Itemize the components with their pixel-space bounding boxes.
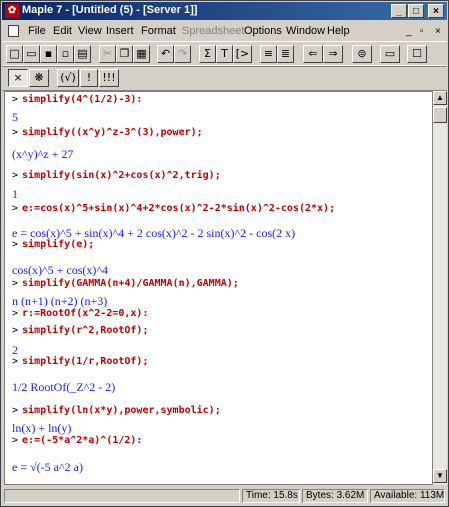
back-icon[interactable]: ⇐ [303, 45, 323, 63]
print-icon[interactable]: ▤ [74, 45, 91, 63]
output-line: 1/2 RootOf(_Z^2 - 2) [12, 380, 116, 394]
context-toolbar: × ❋ (√) ! !!! [2, 65, 447, 91]
menu-file[interactable]: File [28, 25, 46, 37]
redo-icon[interactable]: ↷ [174, 45, 191, 63]
menu-options[interactable]: Options [244, 25, 282, 37]
input-line[interactable]: > simplify(r^2,RootOf); [12, 325, 148, 336]
maximize-button[interactable]: □ [408, 4, 424, 18]
input-line[interactable]: > e:=cos(x)^5+sin(x)^4+2*cos(x)^2-2*sin(x… [12, 203, 335, 214]
vertical-scrollbar[interactable]: ▲ ▼ [433, 91, 447, 485]
stop-execution-icon[interactable]: × [8, 69, 28, 87]
prompt-icon[interactable]: [> [233, 45, 252, 63]
debug-icon[interactable]: ❋ [29, 69, 49, 87]
output-line: cos(x)^5 + cos(x)^4 [12, 263, 109, 277]
status-time: Time: 15.8s [242, 489, 300, 503]
menu-format[interactable]: Format [141, 25, 176, 37]
execute-icon[interactable]: ! [80, 69, 98, 87]
minimize-button[interactable]: _ [391, 4, 407, 18]
scroll-up-icon[interactable]: ▲ [433, 91, 447, 105]
input-line[interactable]: > simplify(4^(1/2)-3): [12, 94, 142, 105]
maple-leaf-icon: ✿ [5, 4, 19, 18]
menu-bar: File Edit View Insert Format Spreadsheet… [2, 21, 447, 41]
sqrt-icon[interactable]: (√) [57, 69, 79, 87]
scroll-down-icon[interactable]: ▼ [433, 469, 447, 483]
menu-help[interactable]: Help [327, 25, 350, 37]
worksheet-area[interactable]: > simplify(4^(1/2)-3): 5 > simplify((x^y)^… [4, 91, 433, 485]
stop-icon[interactable]: ⊜ [352, 45, 372, 63]
scroll-thumb[interactable] [433, 107, 447, 123]
output-line: n (n+1) (n+2) (n+3) [12, 294, 108, 308]
menu-edit[interactable]: Edit [53, 25, 72, 37]
execute-all-icon[interactable]: !!! [99, 69, 119, 87]
new-icon[interactable]: □ [6, 45, 23, 63]
output-line: e = √(-5 a^2 a) [12, 460, 83, 474]
open-icon[interactable]: ▭ [23, 45, 40, 63]
undo-icon[interactable]: ↶ [157, 45, 174, 63]
main-toolbar: □ ▭ ▪ ▫ ▤ ✂ ❐ ▦ ↶ ↷ Σ T [> ≡ ≣ ⇐ ⇒ ⊜ ▭ ☐ [2, 41, 447, 67]
output-line: ln(x) + ln(y) [12, 421, 72, 435]
forward-icon[interactable]: ⇒ [323, 45, 343, 63]
indent-icon[interactable]: ≡ [260, 45, 277, 63]
mdi-restore-button[interactable]: ▫ [420, 26, 424, 37]
output-line: (x^y)^z + 27 [12, 147, 74, 161]
menu-insert[interactable]: Insert [106, 25, 134, 37]
cut-icon[interactable]: ✂ [99, 45, 116, 63]
input-line[interactable]: > simplify(sin(x)^2+cos(x)^2,trig); [12, 170, 221, 181]
input-line[interactable]: > simplify((x^y)^z-3^(3),power); [12, 127, 203, 138]
input-line[interactable]: > simplify(1/r,RootOf); [12, 356, 148, 367]
status-bytes: Bytes: 3.62M [302, 489, 368, 503]
title-bar[interactable]: ✿ Maple 7 - [Untitled (5) - [Server 1]] … [2, 2, 447, 20]
close-button[interactable]: × [428, 4, 444, 18]
output-line: 1 [12, 187, 18, 201]
input-line[interactable]: > simplify(ln(x*y),power,symbolic); [12, 405, 221, 416]
status-bar: Time: 15.8s Bytes: 3.62M Available: 113M [2, 487, 447, 505]
paste-icon[interactable]: ▦ [133, 45, 150, 63]
input-line[interactable]: > r:=RootOf(x^2-2=0,x): [12, 308, 148, 319]
help-icon[interactable]: ☐ [407, 45, 427, 63]
input-line[interactable]: > simplify(GAMMA(n+4)/GAMMA(n),GAMMA); [12, 278, 239, 289]
menu-spreadsheet[interactable]: Spreadsheet [182, 25, 244, 37]
menu-view[interactable]: View [78, 25, 102, 37]
restart-icon[interactable]: ▭ [380, 45, 400, 63]
outdent-icon[interactable]: ≣ [277, 45, 294, 63]
output-line: 5 [12, 110, 18, 124]
status-message [4, 489, 240, 503]
status-available: Available: 113M [370, 489, 445, 503]
mdi-minimize-button[interactable]: _ [406, 26, 412, 37]
menu-window[interactable]: Window [286, 25, 325, 37]
copy-icon[interactable]: ❐ [116, 45, 133, 63]
text-T-icon[interactable]: T [216, 45, 233, 63]
maple-window: ✿ Maple 7 - [Untitled (5) - [Server 1]] … [0, 0, 449, 507]
document-icon[interactable] [8, 25, 19, 37]
save-all-icon[interactable]: ▫ [57, 45, 74, 63]
input-line[interactable]: > simplify(e); [12, 239, 94, 250]
input-line[interactable]: > e:=(-5*a^2*a)^(1/2): [12, 435, 142, 446]
window-title: Maple 7 - [Untitled (5) - [Server 1]] [22, 4, 198, 16]
save-icon[interactable]: ▪ [40, 45, 57, 63]
mdi-close-button[interactable]: × [435, 26, 441, 37]
sigma-icon[interactable]: Σ [199, 45, 216, 63]
